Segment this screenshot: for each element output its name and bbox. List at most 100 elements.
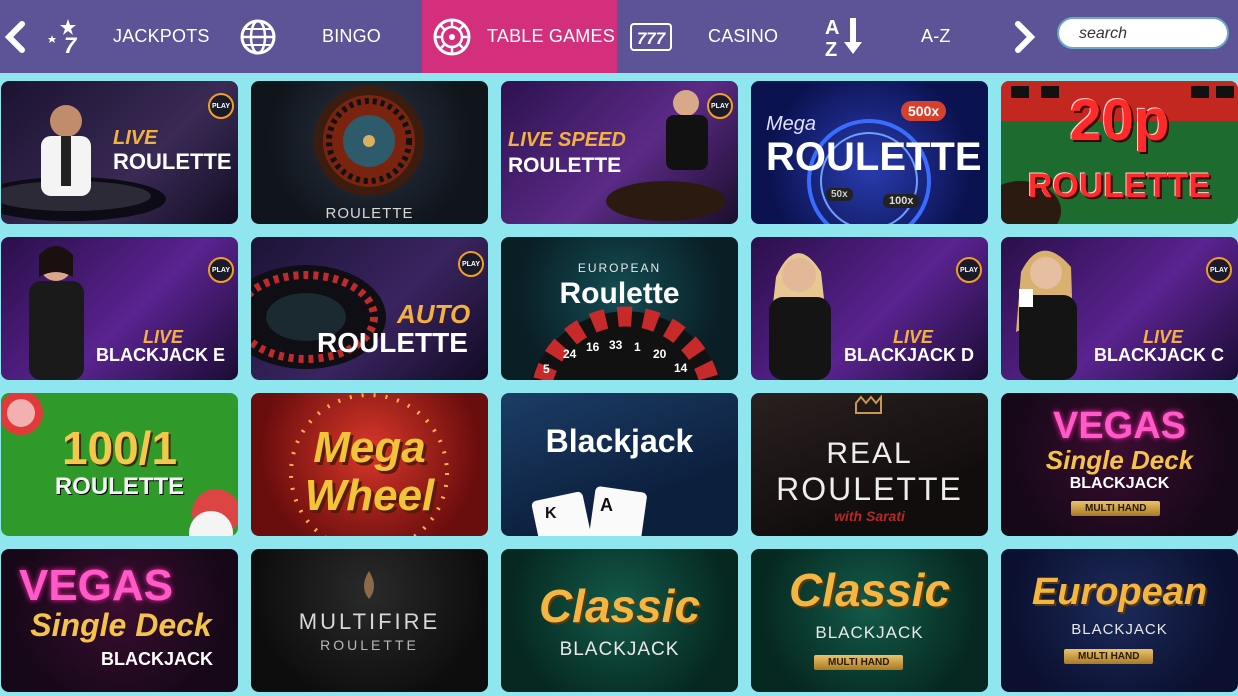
game-title-line3: BLACKJACK bbox=[1069, 475, 1170, 492]
wheel-number: 16 bbox=[586, 340, 600, 354]
game-title-line2: ROULETTE bbox=[508, 154, 622, 177]
game-title-line2: ROULETTE bbox=[1027, 167, 1212, 205]
chevron-left-icon bbox=[4, 20, 25, 53]
play-badge: PLAY bbox=[1206, 257, 1232, 283]
multi-hand-ribbon: MULTI HAND bbox=[814, 655, 904, 670]
game-title-line1: European bbox=[1031, 571, 1208, 613]
game-title-line1: EUROPEAN bbox=[577, 261, 662, 275]
game-title-line2: ROULETTE bbox=[317, 327, 468, 358]
sort-az-icon: AZ bbox=[822, 14, 868, 58]
star-7-icon: 7 bbox=[44, 17, 84, 57]
game-title-line2: BLACKJACK C bbox=[1094, 345, 1224, 365]
game-tile-classic-blackjack[interactable]: Classic BLACKJACK bbox=[501, 549, 738, 692]
wheel-number: 20 bbox=[653, 347, 667, 361]
game-tile-live-blackjack-d[interactable]: PLAY LIVE BLACKJACK D bbox=[751, 237, 988, 380]
game-title-line2: BLACKJACK bbox=[559, 639, 680, 660]
tab-table-games[interactable]: TABLE GAMES bbox=[422, 0, 617, 73]
game-tile-real-roulette[interactable]: REAL ROULETTE with Sarati bbox=[751, 393, 988, 536]
game-title-line1: VEGAS bbox=[18, 561, 174, 610]
game-title-line1: ROULETTE bbox=[325, 205, 414, 222]
game-tile-roulette[interactable]: ROULETTE bbox=[251, 81, 488, 224]
game-title-line2: ROULETTE bbox=[320, 637, 419, 653]
game-tile-mega-roulette[interactable]: 500x Mega ROULETTE 50x 100x bbox=[751, 81, 988, 224]
game-title-line1: Mega bbox=[766, 113, 817, 135]
game-title-line1: Mega bbox=[313, 423, 426, 472]
wheel-number: 5 bbox=[543, 362, 550, 376]
sort-a-glyph: A bbox=[825, 17, 839, 39]
game-title-line2: Single Deck bbox=[30, 607, 212, 643]
wheel-number: 1 bbox=[634, 340, 641, 354]
tab-bingo-label: BINGO bbox=[322, 26, 382, 46]
game-title-line1: Blackjack bbox=[545, 423, 694, 459]
sort-z-glyph: Z bbox=[825, 39, 837, 58]
tab-casino-label: CASINO bbox=[708, 26, 779, 46]
game-tile-european-roulette[interactable]: EUROPEAN Roulette 5 24 16 33 1 20 14 bbox=[501, 237, 738, 380]
game-title-line1: LIVE SPEED bbox=[508, 129, 626, 151]
multi-hand-ribbon: MULTI HAND bbox=[1071, 501, 1161, 516]
card-rank: K bbox=[545, 505, 557, 522]
game-title-line2: BLACKJACK bbox=[815, 623, 924, 642]
play-badge: PLAY bbox=[707, 93, 733, 119]
game-title-line2: ROULETTE bbox=[54, 473, 185, 500]
multiplier-tag: 500x bbox=[901, 101, 947, 121]
tab-jackpots-label: JACKPOTS bbox=[113, 26, 210, 46]
game-grid: PLAY LIVE ROULETTE ROULETTE PLAY LIVE SP… bbox=[0, 73, 1238, 696]
game-title-line1: REAL bbox=[826, 437, 913, 470]
card-rank: A bbox=[600, 495, 613, 515]
tab-casino[interactable]: 777 CASINO bbox=[627, 0, 797, 73]
multiplier-tag: 50x bbox=[826, 188, 853, 201]
nav-prev-button[interactable] bbox=[0, 0, 30, 73]
tab-a-z-label: A-Z bbox=[921, 26, 951, 46]
game-tile-multifire-roulette[interactable]: MULTIFIRE ROULETTE bbox=[251, 549, 488, 692]
game-tile-mega-wheel[interactable]: Mega Wheel bbox=[251, 393, 488, 536]
tile-art bbox=[314, 86, 424, 196]
chevron-right-icon bbox=[1015, 20, 1036, 53]
game-title-line2: BLACKJACK E bbox=[96, 345, 226, 365]
game-title-line2: ROULETTE bbox=[113, 149, 232, 174]
play-badge: PLAY bbox=[956, 257, 982, 283]
game-tile-vegas-single-deck-blackjack-mh[interactable]: VEGAS Single Deck BLACKJACK MULTI HAND bbox=[1001, 393, 1238, 536]
game-title-line1: AUTO bbox=[397, 299, 471, 329]
game-tile-20p-roulette[interactable]: 20p ROULETTE bbox=[1001, 81, 1238, 224]
multi-hand-ribbon: MULTI HAND bbox=[1064, 649, 1154, 664]
game-title-line1: VEGAS bbox=[1052, 405, 1187, 447]
game-tile-live-speed-roulette[interactable]: PLAY LIVE SPEED ROULETTE bbox=[501, 81, 738, 224]
search-input[interactable] bbox=[1077, 24, 1231, 44]
game-title-line2: BLACKJACK bbox=[1071, 621, 1168, 638]
game-tile-vegas-single-deck-blackjack[interactable]: VEGAS Single Deck BLACKJACK bbox=[1, 549, 238, 692]
tab-a-z[interactable]: AZ A-Z bbox=[822, 0, 992, 73]
nav-next-button[interactable] bbox=[1010, 0, 1040, 73]
game-title-line1: 100/1 bbox=[61, 422, 178, 474]
wheel-number: 14 bbox=[674, 361, 688, 375]
game-title-line2: Single Deck bbox=[1045, 445, 1194, 475]
wheel-number: 33 bbox=[609, 338, 623, 352]
game-tile-auto-roulette[interactable]: PLAY AUTO ROULETTE bbox=[251, 237, 488, 380]
play-badge: PLAY bbox=[458, 251, 484, 277]
game-tile-live-roulette[interactable]: PLAY LIVE ROULETTE bbox=[1, 81, 238, 224]
tab-table-games-label: TABLE GAMES bbox=[487, 26, 615, 46]
tab-jackpots[interactable]: 7 JACKPOTS bbox=[40, 0, 210, 73]
game-tile-european-blackjack-mh[interactable]: European BLACKJACK MULTI HAND bbox=[1001, 549, 1238, 692]
play-badge: PLAY bbox=[208, 93, 234, 119]
game-tile-100-1-roulette[interactable]: 100/1 ROULETTE bbox=[1, 393, 238, 536]
tile-art bbox=[531, 486, 647, 536]
slot-777-glyph: 777 bbox=[637, 29, 667, 48]
game-tile-classic-blackjack-mh[interactable]: Classic BLACKJACK MULTI HAND bbox=[751, 549, 988, 692]
game-tile-live-blackjack-c[interactable]: PLAY LIVE BLACKJACK C bbox=[1001, 237, 1238, 380]
multiplier-tag: 100x bbox=[883, 194, 920, 208]
game-title-line2: Wheel bbox=[304, 471, 435, 520]
game-title-line3: with Sarati bbox=[834, 508, 905, 524]
roulette-wheel-icon bbox=[432, 17, 472, 57]
game-title-line2: Roulette bbox=[559, 277, 680, 310]
game-title-line1: Classic bbox=[788, 564, 951, 616]
game-tile-blackjack[interactable]: Blackjack K A bbox=[501, 393, 738, 536]
game-title-line2: BLACKJACK D bbox=[844, 345, 974, 365]
tab-bingo[interactable]: BINGO bbox=[232, 0, 412, 73]
globe-icon bbox=[238, 17, 278, 57]
game-tile-live-blackjack-e[interactable]: PLAY LIVE BLACKJACK E bbox=[1, 237, 238, 380]
search-box[interactable] bbox=[1057, 17, 1231, 49]
jackpot-7-glyph: 7 bbox=[64, 33, 78, 57]
game-title-line3: BLACKJACK bbox=[101, 649, 213, 669]
category-nav-bar: 7 JACKPOTS BINGO TABLE GAMES 777 CASINO … bbox=[0, 0, 1238, 73]
slot-777-icon: 777 bbox=[629, 20, 673, 54]
